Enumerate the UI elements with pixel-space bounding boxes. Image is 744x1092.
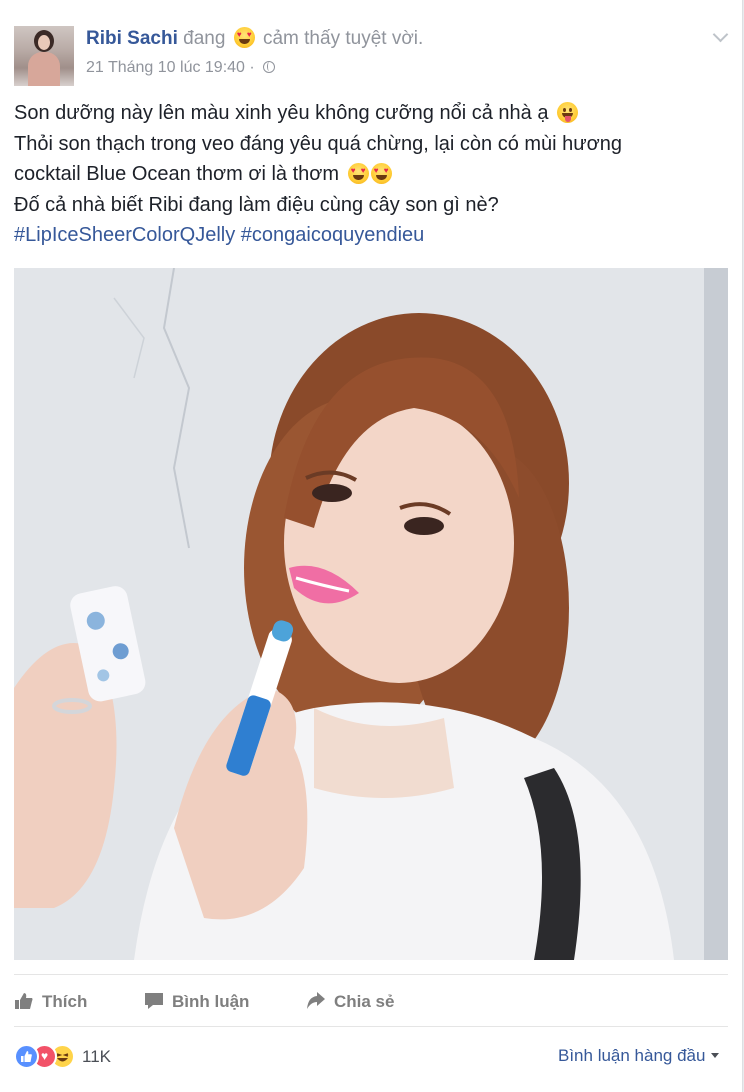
reaction-summary[interactable]: ♥ 11K (14, 1044, 111, 1069)
post-text-line-3: cocktail Blue Ocean thơm ơi là thơm ♥ ♥ ♥ ♥ (14, 159, 724, 190)
chevron-down-icon[interactable] (708, 24, 732, 48)
post-text-line-4: Đố cả nhà biết Ribi đang làm điệu cùng c… (14, 193, 499, 216)
post-photo[interactable] (14, 268, 728, 960)
author-avatar[interactable] (14, 26, 74, 86)
caret-down-icon (711, 1053, 720, 1058)
like-label: Thích (42, 992, 88, 1011)
comment-sort-dropdown[interactable]: Bình luận hàng đầu (558, 1045, 720, 1067)
reaction-count[interactable]: 11K (82, 1047, 111, 1067)
meta-separator: · (249, 59, 255, 76)
share-button[interactable]: Chia sẻ (306, 990, 394, 1014)
author-name[interactable]: Ribi Sachi (86, 28, 178, 49)
share-arrow-icon (306, 991, 326, 1011)
hashtag-link[interactable]: #LipIceSheerColorQJelly (14, 224, 235, 246)
comment-icon (144, 991, 164, 1011)
post-timestamp[interactable]: 21 Tháng 10 lúc 19:40 (86, 59, 245, 76)
heart-eyes-emoji-icon: ♥ ♥ (370, 163, 392, 184)
comment-label: Bình luận (172, 992, 250, 1011)
post-card: Ribi Sachi đang ♥ ♥ cảm thấy tuyệt vời. 2… (0, 0, 743, 1092)
comment-button[interactable]: Bình luận (144, 990, 249, 1014)
heart-eyes-emoji-icon: ♥ ♥ (233, 27, 255, 48)
post-text-line-1: Son dưỡng này lên màu xinh yêu không cưỡ… (14, 98, 724, 129)
post-headline: Ribi Sachi đang ♥ ♥ cảm thấy tuyệt vời. (86, 27, 423, 51)
globe-icon[interactable] (263, 61, 276, 73)
post-text: Son dưỡng này lên màu xinh yêu không cưỡ… (14, 98, 724, 251)
post-text-line-2: Thỏi son thạch trong veo đáng yêu quá ch… (14, 132, 623, 155)
hashtag-link[interactable]: #congaicoquyendieu (241, 224, 425, 246)
share-label: Chia sẻ (334, 992, 395, 1011)
feeling-text[interactable]: cảm thấy tuyệt vời. (263, 28, 423, 49)
like-button[interactable]: Thích (14, 990, 87, 1014)
comment-sort-label: Bình luận hàng đầu (558, 1046, 706, 1065)
feeling-prefix: đang (183, 28, 226, 49)
hashtag-line: #LipIceSheerColorQJelly #congaicoquyendi… (14, 220, 724, 251)
post-meta: 21 Tháng 10 lúc 19:40 · (86, 58, 276, 78)
tongue-emoji-icon (557, 102, 579, 123)
action-divider-bottom (14, 1026, 728, 1027)
heart-eyes-emoji-icon: ♥ ♥ (347, 163, 369, 184)
like-reaction-icon (14, 1044, 39, 1069)
thumbs-up-icon (14, 991, 34, 1011)
action-divider-top (14, 974, 728, 975)
